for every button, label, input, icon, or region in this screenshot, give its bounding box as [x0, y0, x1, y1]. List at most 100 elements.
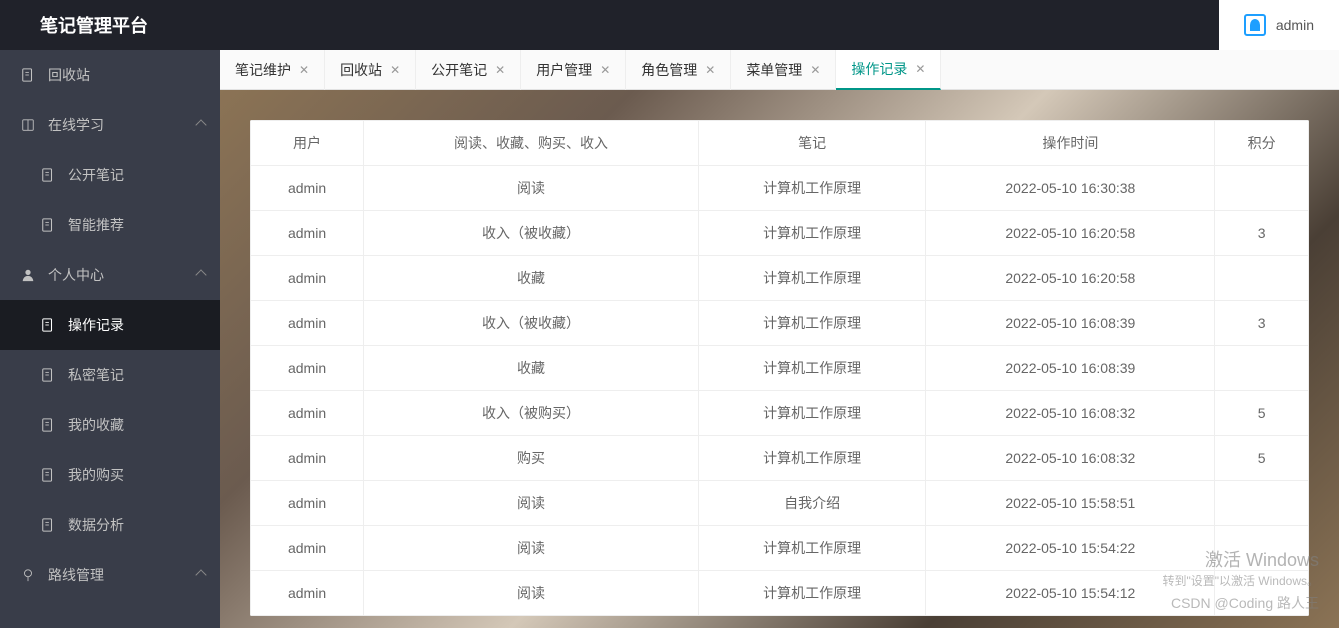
table-row[interactable]: admin收入（被购买）计算机工作原理2022-05-10 16:08:325: [251, 391, 1309, 436]
cell-action: 收藏: [364, 256, 699, 301]
sidebar-item-5[interactable]: 操作记录: [0, 300, 220, 350]
tab-6[interactable]: 操作记录 ✕: [836, 50, 941, 90]
table-row[interactable]: admin阅读计算机工作原理2022-05-10 15:54:12: [251, 571, 1309, 616]
close-icon[interactable]: ✕: [705, 63, 715, 77]
tab-label: 菜单管理: [746, 60, 802, 80]
cell-note: 自我介绍: [698, 481, 926, 526]
book-icon: [20, 117, 36, 133]
sidebar-item-2[interactable]: 公开笔记: [0, 150, 220, 200]
close-icon[interactable]: ✕: [600, 63, 610, 77]
sidebar-item-7[interactable]: 我的收藏: [0, 400, 220, 450]
tab-label: 用户管理: [536, 60, 592, 80]
cell-note: 计算机工作原理: [698, 256, 926, 301]
tab-4[interactable]: 角色管理✕: [626, 50, 731, 90]
sidebar-group-4[interactable]: 个人中心: [0, 250, 220, 300]
cell-action: 阅读: [364, 526, 699, 571]
cell-user: admin: [251, 436, 364, 481]
table-row[interactable]: admin购买计算机工作原理2022-05-10 16:08:325: [251, 436, 1309, 481]
sidebar-group-10[interactable]: 路线管理: [0, 550, 220, 600]
cell-time: 2022-05-10 16:20:58: [926, 211, 1215, 256]
user-icon: [1244, 14, 1266, 36]
sidebar-item-9[interactable]: 数据分析: [0, 500, 220, 550]
cell-time: 2022-05-10 15:54:22: [926, 526, 1215, 571]
tab-1[interactable]: 回收站 ✕: [325, 50, 416, 90]
file-icon: [40, 467, 56, 483]
sidebar-item-label: 个人中心: [48, 265, 104, 285]
cell-note: 计算机工作原理: [698, 301, 926, 346]
table-header-0: 用户: [251, 121, 364, 166]
app-title: 笔记管理平台: [40, 12, 148, 38]
table-header-1: 阅读、收藏、购买、收入: [364, 121, 699, 166]
sidebar-item-label: 公开笔记: [68, 165, 124, 185]
file-icon: [40, 167, 56, 183]
cell-time: 2022-05-10 16:08:32: [926, 391, 1215, 436]
table-row[interactable]: admin收入（被收藏）计算机工作原理2022-05-10 16:08:393: [251, 301, 1309, 346]
table-row[interactable]: admin阅读自我介绍2022-05-10 15:58:51: [251, 481, 1309, 526]
cell-time: 2022-05-10 15:58:51: [926, 481, 1215, 526]
content-area: 用户阅读、收藏、购买、收入笔记操作时间积分 admin阅读计算机工作原理2022…: [220, 90, 1339, 628]
cell-user: admin: [251, 346, 364, 391]
cell-note: 计算机工作原理: [698, 436, 926, 481]
main-header: 笔记管理平台 admin: [0, 0, 1339, 50]
chevron-icon: [195, 269, 206, 280]
cell-user: admin: [251, 481, 364, 526]
cell-points: 3: [1215, 301, 1309, 346]
sidebar-item-0[interactable]: 回收站: [0, 50, 220, 100]
logo-area: 笔记管理平台: [0, 12, 220, 38]
cell-time: 2022-05-10 15:54:12: [926, 571, 1215, 616]
table-row[interactable]: admin收藏计算机工作原理2022-05-10 16:08:39: [251, 346, 1309, 391]
tab-0[interactable]: 笔记维护 ✕: [220, 50, 325, 90]
table-row[interactable]: admin收藏计算机工作原理2022-05-10 16:20:58: [251, 256, 1309, 301]
close-icon[interactable]: ✕: [299, 63, 309, 77]
tab-label: 笔记维护: [235, 60, 291, 80]
cell-user: admin: [251, 166, 364, 211]
sidebar: 回收站在线学习公开笔记智能推荐个人中心操作记录私密笔记我的收藏我的购买数据分析路…: [0, 50, 220, 628]
close-icon[interactable]: ✕: [390, 63, 400, 77]
cell-note: 计算机工作原理: [698, 391, 926, 436]
file-icon: [40, 517, 56, 533]
username-label: admin: [1276, 17, 1314, 33]
sidebar-item-label: 我的收藏: [68, 415, 124, 435]
tab-bar: 笔记维护✕回收站✕公开笔记✕用户管理✕角色管理✕菜单管理✕操作记录✕: [220, 50, 1339, 90]
cell-points: 3: [1215, 211, 1309, 256]
close-icon[interactable]: ✕: [915, 62, 925, 76]
tab-3[interactable]: 用户管理 ✕: [521, 50, 626, 90]
sidebar-item-label: 智能推荐: [68, 215, 124, 235]
sidebar-item-6[interactable]: 私密笔记: [0, 350, 220, 400]
tab-label: 操作记录: [851, 59, 907, 79]
table-panel: 用户阅读、收藏、购买、收入笔记操作时间积分 admin阅读计算机工作原理2022…: [250, 120, 1309, 616]
sidebar-item-label: 回收站: [48, 65, 90, 85]
table-row[interactable]: admin收入（被收藏）计算机工作原理2022-05-10 16:20:583: [251, 211, 1309, 256]
table-row[interactable]: admin阅读计算机工作原理2022-05-10 15:54:22: [251, 526, 1309, 571]
file-icon: [40, 417, 56, 433]
close-icon[interactable]: ✕: [810, 63, 820, 77]
cell-time: 2022-05-10 16:30:38: [926, 166, 1215, 211]
cell-action: 阅读: [364, 571, 699, 616]
cell-note: 计算机工作原理: [698, 211, 926, 256]
user-menu[interactable]: admin: [1219, 0, 1339, 50]
table-row[interactable]: admin阅读计算机工作原理2022-05-10 16:30:38: [251, 166, 1309, 211]
table-header-4: 积分: [1215, 121, 1309, 166]
cell-user: admin: [251, 391, 364, 436]
tab-label: 回收站: [340, 60, 382, 80]
file-icon: [40, 217, 56, 233]
close-icon[interactable]: ✕: [495, 63, 505, 77]
chevron-icon: [195, 569, 206, 580]
table-header-3: 操作时间: [926, 121, 1215, 166]
cell-points: [1215, 526, 1309, 571]
cell-time: 2022-05-10 16:08:39: [926, 301, 1215, 346]
cell-action: 收入（被收藏）: [364, 301, 699, 346]
sidebar-item-3[interactable]: 智能推荐: [0, 200, 220, 250]
cell-note: 计算机工作原理: [698, 571, 926, 616]
cell-action: 收入（被购买）: [364, 391, 699, 436]
tab-5[interactable]: 菜单管理 ✕: [731, 50, 836, 90]
sidebar-item-label: 在线学习: [48, 115, 104, 135]
cell-user: admin: [251, 571, 364, 616]
cell-action: 阅读: [364, 481, 699, 526]
file-icon: [40, 317, 56, 333]
sidebar-item-8[interactable]: 我的购买: [0, 450, 220, 500]
cell-points: [1215, 481, 1309, 526]
tab-2[interactable]: 公开笔记✕: [416, 50, 521, 90]
chevron-icon: [195, 119, 206, 130]
sidebar-group-1[interactable]: 在线学习: [0, 100, 220, 150]
